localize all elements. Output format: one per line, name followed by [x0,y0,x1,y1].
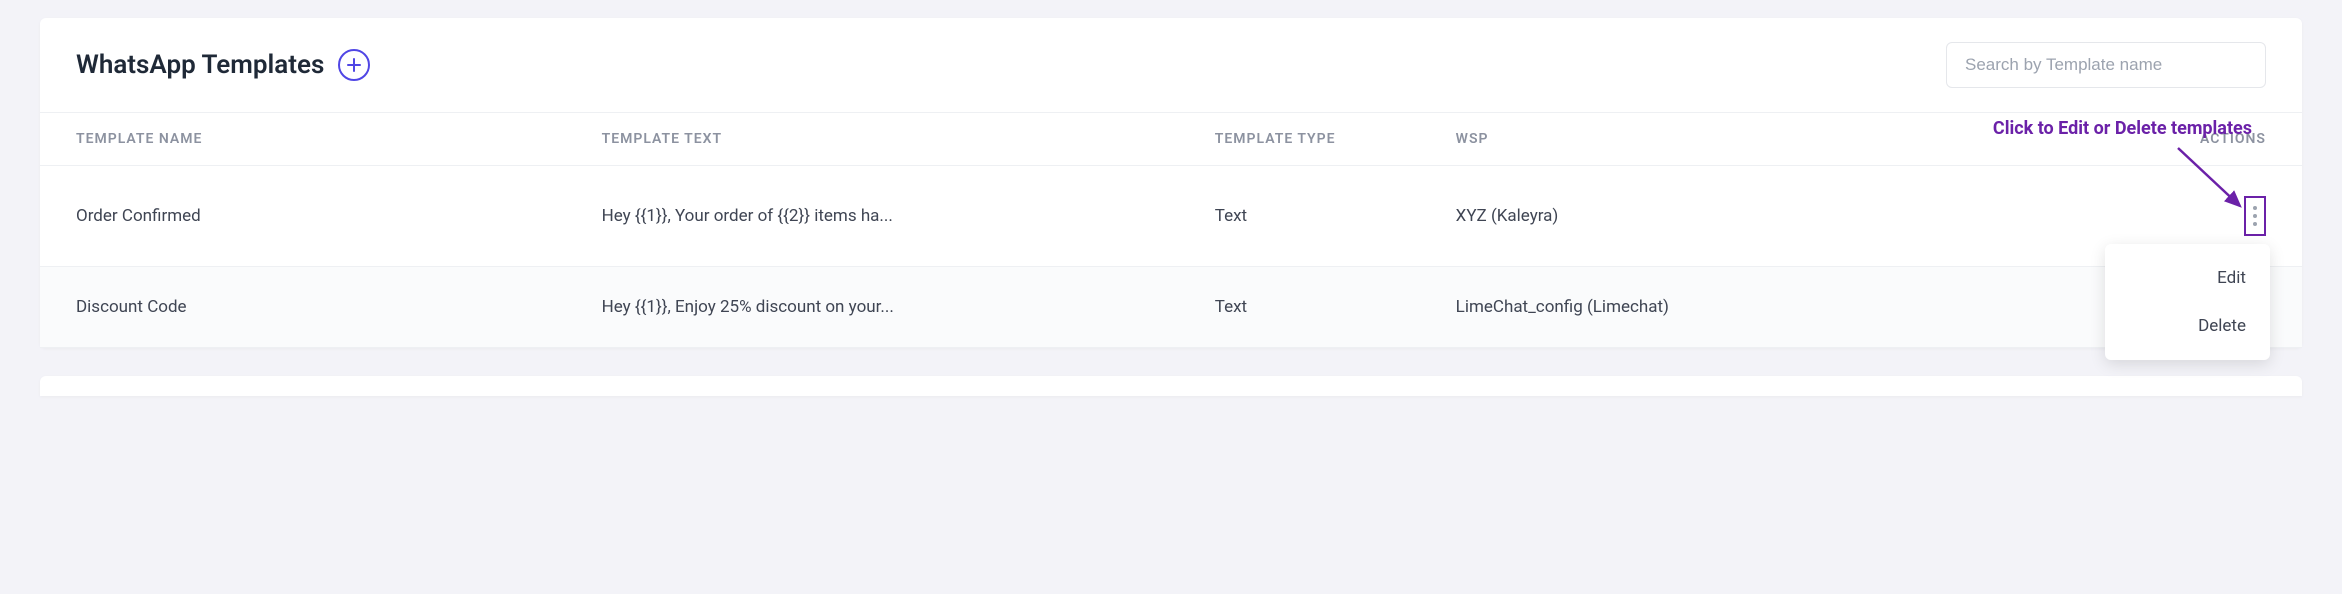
kebab-icon [2253,222,2257,226]
header-left: WhatsApp Templates [76,49,370,81]
actions-dropdown: Edit Delete [2105,244,2270,360]
annotation-arrow [2168,142,2258,222]
search-input[interactable] [1946,42,2266,88]
cell-template-text: Hey {{1}}, Your order of {{2}} items ha.… [602,206,1215,226]
table-row: Discount Code Hey {{1}}, Enjoy 25% disco… [40,267,2302,348]
add-template-button[interactable] [338,49,370,81]
cell-template-name: Discount Code [76,297,602,317]
cell-template-wsp: XYZ (Kaleyra) [1456,206,2047,226]
cell-template-name: Order Confirmed [76,206,602,226]
column-header-type: TEMPLATE TYPE [1215,131,1456,147]
cell-template-type: Text [1215,206,1456,226]
column-header-text: TEMPLATE TEXT [602,131,1215,147]
card-header: WhatsApp Templates [40,18,2302,112]
next-card-peek [40,376,2302,396]
cell-template-wsp: LimeChat_config (Limechat) [1456,297,2047,317]
table-header: TEMPLATE NAME TEMPLATE TEXT TEMPLATE TYP… [40,112,2302,166]
templates-card: WhatsApp Templates Click to Edit or Dele… [40,18,2302,348]
table-body: Order Confirmed Hey {{1}}, Your order of… [40,166,2302,348]
column-header-name: TEMPLATE NAME [76,131,602,147]
page-title: WhatsApp Templates [76,50,324,80]
delete-menu-item[interactable]: Delete [2105,302,2270,350]
cell-template-text: Hey {{1}}, Enjoy 25% discount on your... [602,297,1215,317]
edit-menu-item[interactable]: Edit [2105,254,2270,302]
column-header-wsp: WSP [1456,131,2047,147]
table-row: Order Confirmed Hey {{1}}, Your order of… [40,166,2302,267]
annotation-label: Click to Edit or Delete templates [1993,118,2252,139]
plus-icon [346,57,362,73]
cell-template-type: Text [1215,297,1456,317]
